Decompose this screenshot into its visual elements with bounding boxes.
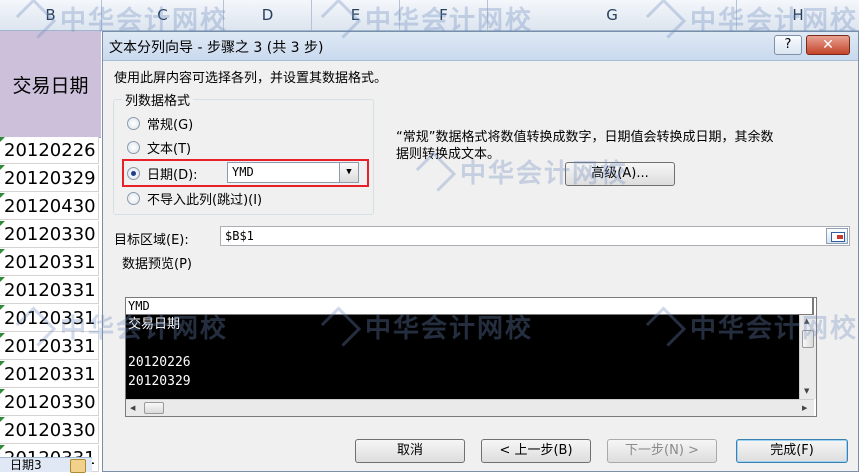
next-button[interactable]: 下一步(N) >	[607, 439, 717, 463]
column-header-b[interactable]: B	[0, 0, 102, 30]
radio-button[interactable]	[127, 141, 140, 154]
sheet-cell[interactable]: 20120331	[0, 305, 99, 332]
text-to-columns-wizard-dialog: 文本分列向导 - 步骤之 3 (共 3 步) ? ✕ 使用此屏内容可选择各列，并…	[102, 31, 859, 472]
data-preview-panel[interactable]: YMD 交易日期 20120226 20120329 ▲ ▼ ◀ ▶	[125, 297, 817, 417]
radio-button[interactable]	[127, 117, 140, 130]
column-header-h[interactable]: H	[737, 0, 859, 30]
column-header-d[interactable]: D	[224, 0, 312, 30]
group-label: 列数据格式	[122, 90, 194, 109]
column-header-f[interactable]: F	[400, 0, 488, 30]
radio-button[interactable]	[127, 192, 140, 205]
sheet-cell[interactable]: 20120226	[0, 137, 99, 164]
cancel-button[interactable]: 取消	[355, 439, 465, 463]
data-preview-label: 数据预览(P)	[122, 257, 192, 272]
preview-horizontal-scrollbar[interactable]: ◀ ▶	[126, 399, 814, 416]
preview-vertical-scrollbar[interactable]: ▲ ▼	[799, 315, 816, 399]
insert-sheet-icon[interactable]	[70, 459, 86, 473]
sheet-tab-label: 日期3	[10, 458, 42, 472]
sheet-cell[interactable]: 20120430	[0, 193, 99, 220]
preview-column-header[interactable]: YMD	[126, 298, 814, 315]
sheet-cell[interactable]: 20120330	[0, 389, 99, 416]
scroll-up-arrow-icon[interactable]: ▲	[804, 317, 809, 325]
cell-header-trade-date[interactable]: 交易日期	[0, 31, 101, 138]
sheet-cell[interactable]: 20120330	[0, 221, 99, 248]
scroll-down-arrow-icon[interactable]: ▼	[804, 387, 809, 395]
radio-label-general: 常规(G)	[147, 118, 194, 133]
scroll-thumb[interactable]	[144, 402, 164, 414]
advanced-button[interactable]: 高级(A)...	[565, 162, 675, 186]
cell-header-text: 交易日期	[12, 74, 89, 97]
scroll-right-arrow-icon[interactable]: ▶	[802, 404, 807, 412]
sheet-tab[interactable]: 日期3	[0, 457, 92, 473]
close-button[interactable]: ✕	[806, 35, 850, 55]
scroll-thumb[interactable]	[802, 330, 814, 348]
target-range-input[interactable]: $B$1	[220, 226, 850, 246]
preview-row: 20120329	[128, 374, 191, 389]
instruction-text: 使用此屏内容可选择各列，并设置其数据格式。	[114, 71, 388, 86]
sheet-cell[interactable]: 20120331	[0, 277, 99, 304]
back-button[interactable]: < 上一步(B)	[481, 439, 591, 463]
preview-row: 20120226	[128, 355, 191, 370]
sheet-cell[interactable]: 20120329	[0, 165, 99, 192]
sheet-cell[interactable]: 20120331	[0, 249, 99, 276]
preview-data-area[interactable]: 交易日期 20120226 20120329	[126, 315, 814, 399]
dialog-title-bar[interactable]: 文本分列向导 - 步骤之 3 (共 3 步) ? ✕	[103, 32, 858, 61]
date-format-value: YMD	[232, 165, 254, 179]
chevron-down-icon[interactable]: ▼	[339, 163, 358, 182]
target-range-value: $B$1	[225, 229, 254, 243]
preview-row: 交易日期	[128, 317, 181, 332]
column-header-g[interactable]: G	[488, 0, 737, 30]
column-b-cells: 交易日期 20120226 20120329 20120430 20120330…	[0, 31, 101, 472]
radio-label-text: 文本(T)	[147, 142, 192, 157]
dialog-title: 文本分列向导 - 步骤之 3 (共 3 步)	[109, 40, 324, 56]
finish-button[interactable]: 完成(F)	[736, 439, 848, 463]
column-header-e[interactable]: E	[312, 0, 400, 30]
radio-label-skip: 不导入此列(跳过)(I)	[147, 193, 263, 208]
sheet-cell[interactable]: 20120331	[0, 333, 99, 360]
sheet-cell[interactable]: 20120330	[0, 417, 99, 444]
target-range-label: 目标区域(E):	[114, 233, 189, 248]
format-description-line2: 据则转换成文本。	[396, 147, 501, 162]
date-format-select[interactable]: YMD ▼	[227, 162, 359, 183]
column-headers: B C D E F G H	[0, 0, 859, 31]
sheet-cell[interactable]: 20120331	[0, 361, 99, 388]
column-header-c[interactable]: C	[102, 0, 224, 30]
scroll-left-arrow-icon[interactable]: ◀	[130, 404, 135, 412]
help-button[interactable]: ?	[774, 35, 802, 55]
collapse-dialog-icon[interactable]	[826, 228, 848, 244]
